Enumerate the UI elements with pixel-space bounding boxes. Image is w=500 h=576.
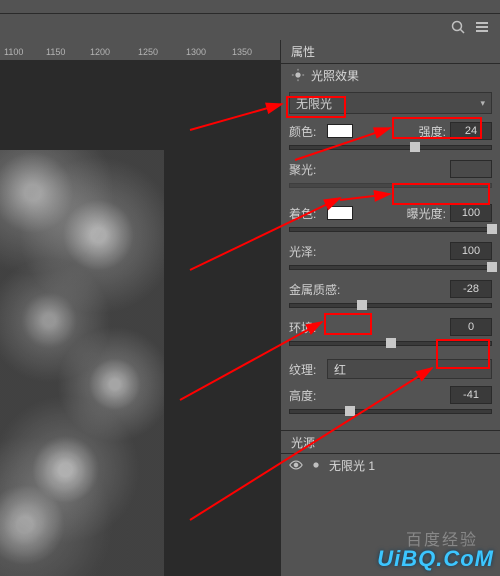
intensity-slider[interactable] [289,142,492,154]
exposure-value[interactable]: 100 [450,204,492,222]
chevron-down-icon: ▾ [480,98,485,109]
ruler-tick: 1300 [186,47,206,57]
exposure-slider[interactable] [289,224,492,236]
texture-label: 纹理: [289,361,327,378]
focus-label: 聚光: [289,161,327,178]
colorize-label: 着色: [289,205,327,222]
ambient-slider[interactable] [289,338,492,350]
metal-label: 金属质感: [289,281,347,298]
gloss-row: 光泽: 100 [289,240,492,262]
ruler-tick: 1250 [138,47,158,57]
texture-row: 纹理: 红 [289,358,492,380]
lights-section-header: 光源 [281,430,500,454]
colorize-row: 着色: 曝光度: 100 [289,202,492,224]
metal-row: 金属质感: -28 [289,278,492,300]
texture-dropdown[interactable]: 红 [327,359,492,379]
intensity-label: 强度: [419,123,446,140]
title-bar [0,0,500,14]
lighting-icon [291,68,305,82]
ruler-tick: 1150 [46,47,65,57]
color-row: 颜色: 强度: 24 [289,120,492,142]
texture-choice: 红 [334,361,346,378]
properties-panel: 属性 光照效果 无限光 ▾ 颜色: 强度: 24 聚光: [280,40,500,576]
light-type-dropdown[interactable]: 无限光 ▾ [289,92,492,114]
height-value[interactable]: -41 [450,386,492,404]
panel-header-label: 光照效果 [311,67,359,84]
intensity-value[interactable]: 24 [450,122,492,140]
exposure-label: 曝光度: [407,205,446,222]
ruler-tick: 1350 [232,47,252,57]
ruler-tick: 1200 [90,47,110,57]
focus-value [450,160,492,178]
panel-header: 光照效果 [281,64,500,86]
focus-slider [289,180,492,192]
colorize-swatch[interactable] [327,206,353,220]
panel-tab-properties[interactable]: 属性 [281,40,500,64]
tool-options-bar [0,14,500,40]
metal-slider[interactable] [289,300,492,312]
light-type-value: 无限光 [296,95,332,112]
light-list-item[interactable]: 无限光 1 [281,454,500,476]
panel-body: 无限光 ▾ 颜色: 强度: 24 聚光: 着色: 曝光度: 100 [281,86,500,424]
metal-value[interactable]: -28 [450,280,492,298]
height-slider[interactable] [289,406,492,418]
ambient-row: 环境: 0 [289,316,492,338]
height-row: 高度: -41 [289,384,492,406]
search-icon[interactable] [450,19,466,35]
canvas-area: 1100 1150 1200 1250 1300 1350 1400 [0,40,280,576]
gloss-label: 光泽: [289,243,327,260]
gloss-slider[interactable] [289,262,492,274]
color-swatch[interactable] [327,124,353,138]
ruler-tick: 1100 [4,47,23,57]
ambient-value[interactable]: 0 [450,318,492,336]
horizontal-ruler: 1100 1150 1200 1250 1300 1350 1400 [0,40,280,60]
lights-section-label: 光源 [291,434,315,451]
light-icon [309,458,323,472]
panel-tab-label: 属性 [291,43,315,60]
panel-menu-icon[interactable] [474,19,490,35]
ambient-label: 环境: [289,319,327,336]
visibility-eye-icon[interactable] [289,458,303,472]
gloss-value[interactable]: 100 [450,242,492,260]
color-label: 颜色: [289,123,327,140]
light-item-label: 无限光 1 [329,457,375,474]
focus-row: 聚光: [289,158,492,180]
canvas-texture-preview[interactable] [0,150,164,576]
height-label: 高度: [289,387,327,404]
watermark: UiBQ.CoM [377,546,494,572]
